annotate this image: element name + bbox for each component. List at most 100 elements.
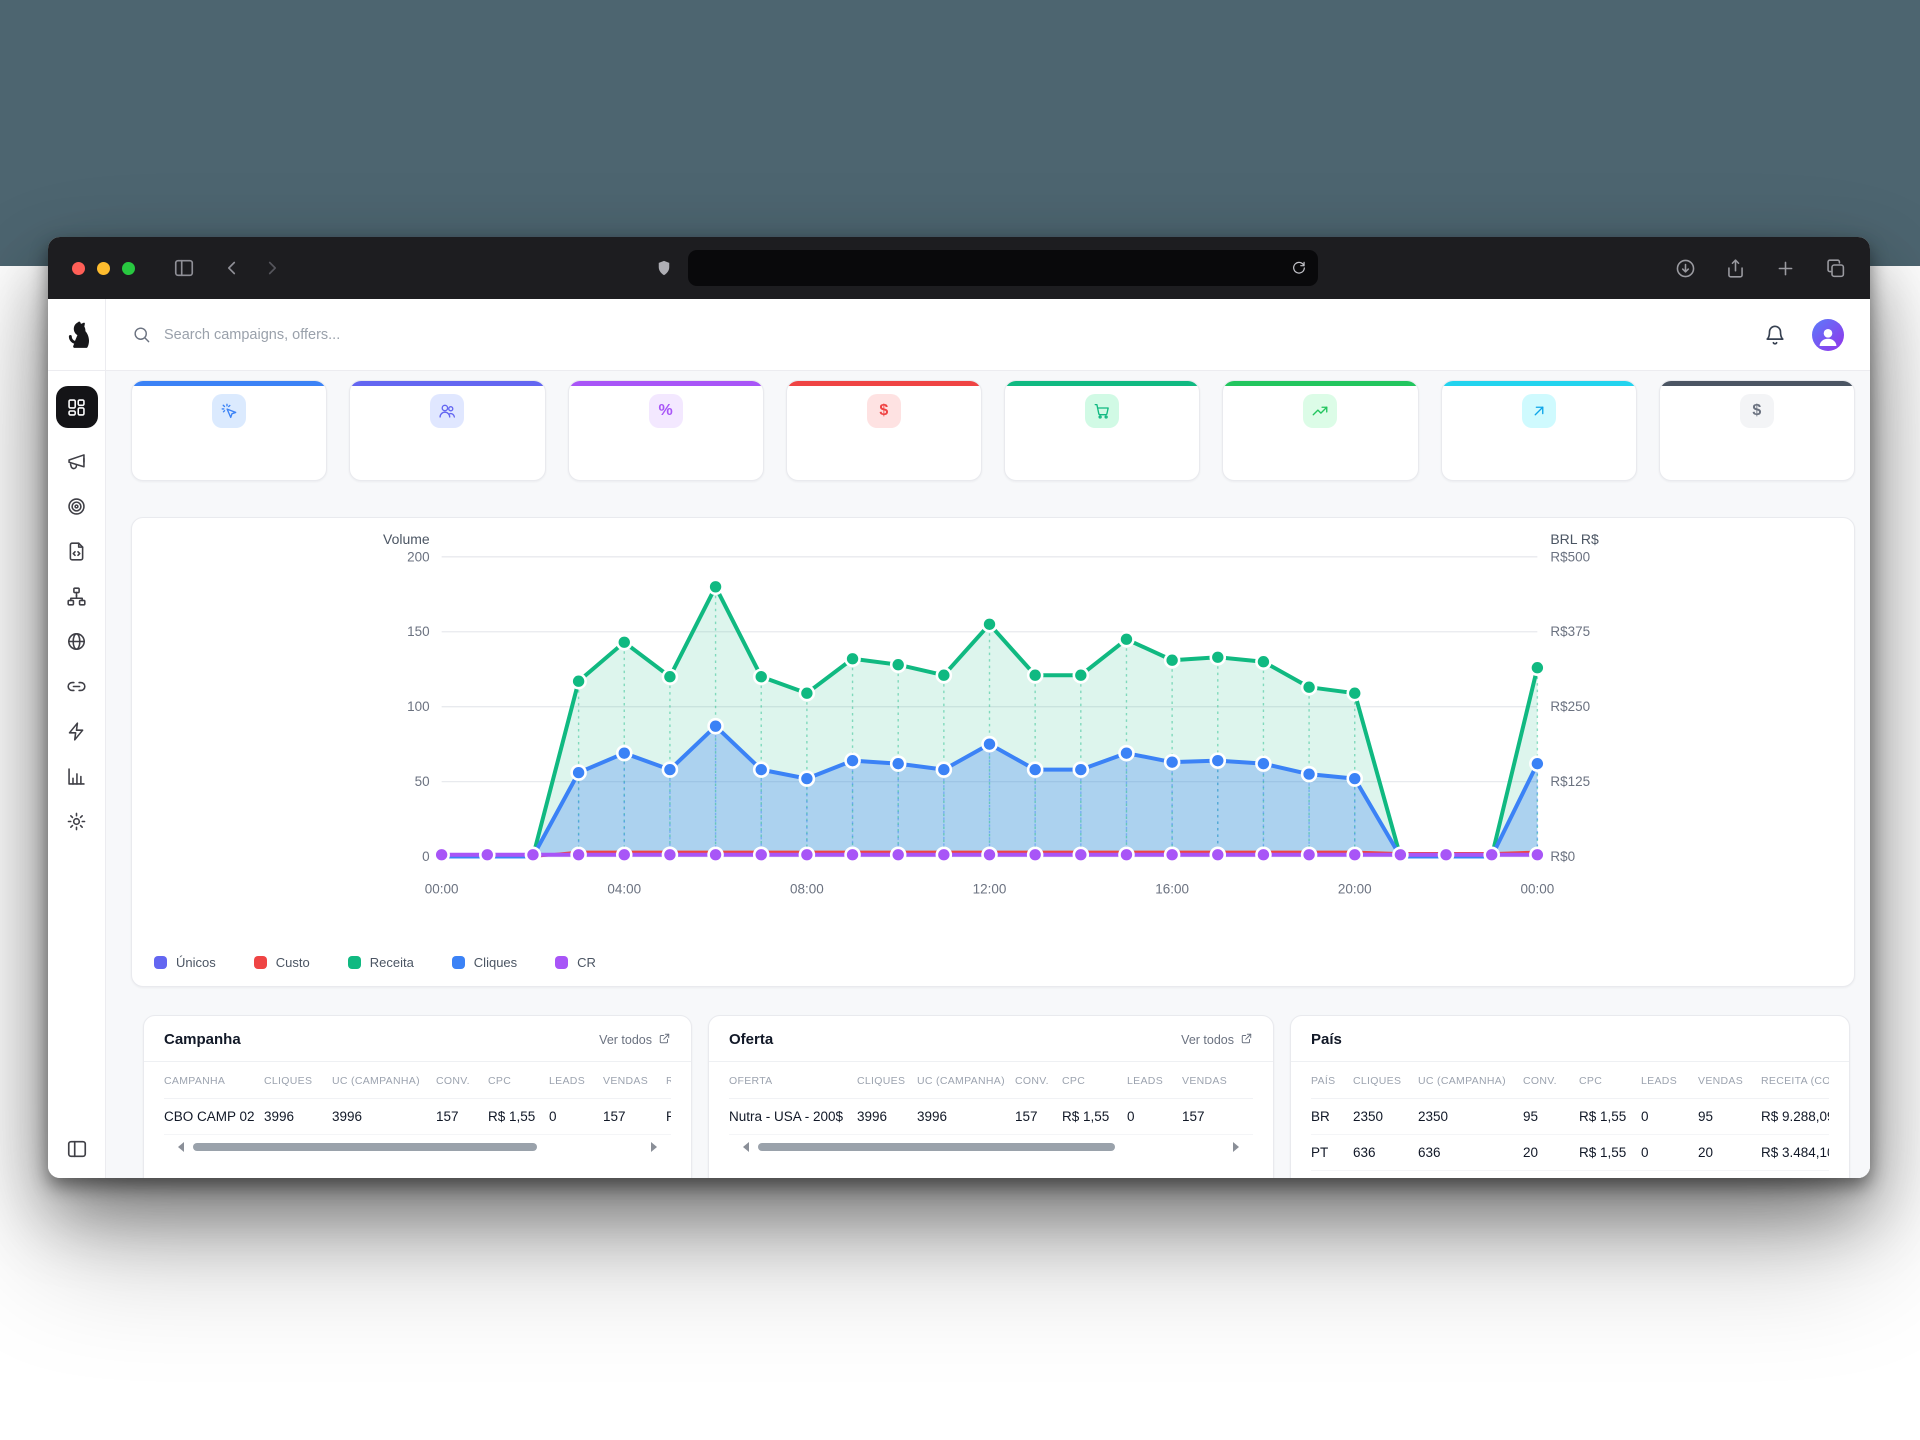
legend-item-receita[interactable]: Receita bbox=[348, 955, 414, 970]
legend-item-cliques[interactable]: Cliques bbox=[452, 955, 517, 970]
kpi-accent-bar bbox=[350, 381, 544, 386]
sidebar-item-landing-pages[interactable] bbox=[56, 530, 98, 572]
scrollbar-thumb[interactable] bbox=[193, 1143, 537, 1151]
table-cell: 95 bbox=[1523, 1109, 1579, 1124]
table-scrollbar[interactable] bbox=[164, 1135, 671, 1152]
downloads-button[interactable] bbox=[1675, 258, 1696, 279]
table-cell: CBO CAMP 02 bbox=[164, 1109, 264, 1124]
sidebar-item-offers[interactable] bbox=[56, 485, 98, 527]
forward-button[interactable] bbox=[261, 257, 283, 279]
kpi-accent-bar bbox=[569, 381, 763, 386]
notifications-bell-icon[interactable] bbox=[1764, 324, 1786, 346]
kpi-accent-bar bbox=[1005, 381, 1199, 386]
table-cell: 0 bbox=[549, 1109, 603, 1124]
dollar-icon: $ bbox=[1740, 394, 1774, 428]
dollar-icon: $ bbox=[867, 394, 901, 428]
table-header-row: CAMPANHACLIQUESUC (CAMPANHA)CONV.CPCLEAD… bbox=[164, 1062, 671, 1099]
scrollbar-thumb[interactable] bbox=[758, 1143, 1115, 1151]
table-header-row: PAÍSCLIQUESUC (CAMPANHA)CONV.CPCLEADSVEN… bbox=[1311, 1062, 1829, 1099]
table-row[interactable]: Nutra - USA - 200$39963996157R$ 1,550157 bbox=[729, 1099, 1253, 1135]
zoom-window-button[interactable] bbox=[122, 262, 135, 275]
svg-text:08:00: 08:00 bbox=[790, 881, 824, 896]
kpi-card-custo: $ bbox=[786, 380, 982, 481]
legend-item-custo[interactable]: Custo bbox=[254, 955, 310, 970]
sidebar-item-links[interactable] bbox=[56, 665, 98, 707]
table-title: Oferta bbox=[729, 1031, 773, 1048]
sidebar-toggle-button[interactable] bbox=[173, 257, 195, 279]
ver-todos-link[interactable]: Ver todos bbox=[1181, 1032, 1253, 1048]
table-cell: CLIQUES bbox=[857, 1075, 917, 1087]
tab-overview-button[interactable] bbox=[1825, 258, 1846, 279]
legend-item-únicos[interactable]: Únicos bbox=[154, 955, 216, 970]
browser-titlebar bbox=[48, 237, 1870, 299]
legend-swatch bbox=[154, 956, 167, 969]
user-avatar[interactable] bbox=[1812, 319, 1844, 351]
titlebar-actions bbox=[1675, 258, 1846, 279]
scroll-left-arrow[interactable] bbox=[178, 1142, 184, 1152]
traffic-chart: 0R$050R$125100R$250150R$375200R$500Volum… bbox=[132, 518, 1854, 986]
url-bar[interactable] bbox=[688, 250, 1318, 286]
table-card-país: País PAÍSCLIQUESUC (CAMPANHA)CONV.CPCLEA… bbox=[1290, 1015, 1850, 1178]
kpi-card-únicos bbox=[349, 380, 545, 481]
scroll-right-arrow[interactable] bbox=[651, 1142, 657, 1152]
summary-tables-row: Campanha Ver todos CAMPANHACLIQUESUC (CA… bbox=[143, 1015, 1855, 1178]
trend-up-icon bbox=[1303, 394, 1337, 428]
cursor-click-icon bbox=[212, 394, 246, 428]
table-row[interactable]: PT63663620R$ 1,55020R$ 3.484,10 bbox=[1311, 1135, 1829, 1171]
scrollbar-track[interactable] bbox=[191, 1143, 644, 1151]
sidebar-item-dashboard[interactable] bbox=[56, 386, 98, 428]
legend-label: CR bbox=[577, 955, 596, 970]
scroll-right-arrow[interactable] bbox=[1233, 1142, 1239, 1152]
table-cell: R$ 1,55 bbox=[1579, 1145, 1641, 1160]
minimize-window-button[interactable] bbox=[97, 262, 110, 275]
table-cell: 20 bbox=[1698, 1145, 1761, 1160]
external-link-icon bbox=[1240, 1032, 1253, 1048]
sidebar-item-automations[interactable] bbox=[56, 710, 98, 752]
privacy-shield-icon[interactable] bbox=[655, 259, 673, 277]
table-scrollbar[interactable] bbox=[729, 1135, 1253, 1152]
back-button[interactable] bbox=[221, 257, 243, 279]
legend-swatch bbox=[555, 956, 568, 969]
desktop-background: Search campaigns, offers... bbox=[0, 0, 1920, 1440]
sidebar-collapse-icon[interactable] bbox=[66, 1138, 88, 1160]
share-button[interactable] bbox=[1725, 258, 1746, 279]
table-cell: R$ 1,55 bbox=[1062, 1109, 1127, 1124]
sidebar-item-settings[interactable] bbox=[56, 800, 98, 842]
sidebar-item-domains[interactable] bbox=[56, 620, 98, 662]
table-cell: R$ 1,55 bbox=[1579, 1109, 1641, 1124]
table-cell: LEADS bbox=[549, 1075, 603, 1087]
new-tab-button[interactable] bbox=[1775, 258, 1796, 279]
table-cell: 2350 bbox=[1353, 1109, 1418, 1124]
sidebar-item-reports[interactable] bbox=[56, 755, 98, 797]
table-cell: 157 bbox=[1015, 1109, 1062, 1124]
table-row[interactable]: BR2350235095R$ 1,55095R$ 9.288,09 bbox=[1311, 1099, 1829, 1135]
browser-window: Search campaigns, offers... bbox=[48, 237, 1870, 1178]
kpi-row: % $ $ bbox=[131, 380, 1855, 481]
svg-text:16:00: 16:00 bbox=[1155, 881, 1189, 896]
ver-todos-link[interactable]: Ver todos bbox=[599, 1032, 671, 1048]
table-cell: CONV. bbox=[1523, 1075, 1579, 1087]
external-link-icon bbox=[658, 1032, 671, 1048]
table-cell: R$ 9.288,09 bbox=[1761, 1109, 1829, 1124]
table-cell: CLIQUES bbox=[264, 1075, 332, 1087]
table-cell: 636 bbox=[1418, 1145, 1523, 1160]
search-input[interactable]: Search campaigns, offers... bbox=[132, 325, 1764, 344]
dog-logo-icon[interactable] bbox=[61, 319, 93, 351]
table-row[interactable]: CBO CAMP 0239963996157R$ 1,550157R bbox=[164, 1099, 671, 1135]
legend-swatch bbox=[254, 956, 267, 969]
svg-text:150: 150 bbox=[407, 624, 429, 639]
chart-svg: 0R$050R$125100R$250150R$375200R$500Volum… bbox=[132, 518, 1854, 986]
sidebar-item-funnels[interactable] bbox=[56, 575, 98, 617]
legend-item-cr[interactable]: CR bbox=[555, 955, 596, 970]
kpi-accent-bar bbox=[1223, 381, 1417, 386]
sidebar-item-campaigns[interactable] bbox=[56, 440, 98, 482]
scrollbar-track[interactable] bbox=[756, 1143, 1226, 1151]
table-cell: 157 bbox=[1182, 1109, 1244, 1124]
search-placeholder: Search campaigns, offers... bbox=[164, 327, 340, 343]
close-window-button[interactable] bbox=[72, 262, 85, 275]
scroll-left-arrow[interactable] bbox=[743, 1142, 749, 1152]
reload-button[interactable] bbox=[1291, 260, 1307, 276]
cart-icon bbox=[1085, 394, 1119, 428]
search-icon bbox=[132, 325, 151, 344]
legend-swatch bbox=[348, 956, 361, 969]
